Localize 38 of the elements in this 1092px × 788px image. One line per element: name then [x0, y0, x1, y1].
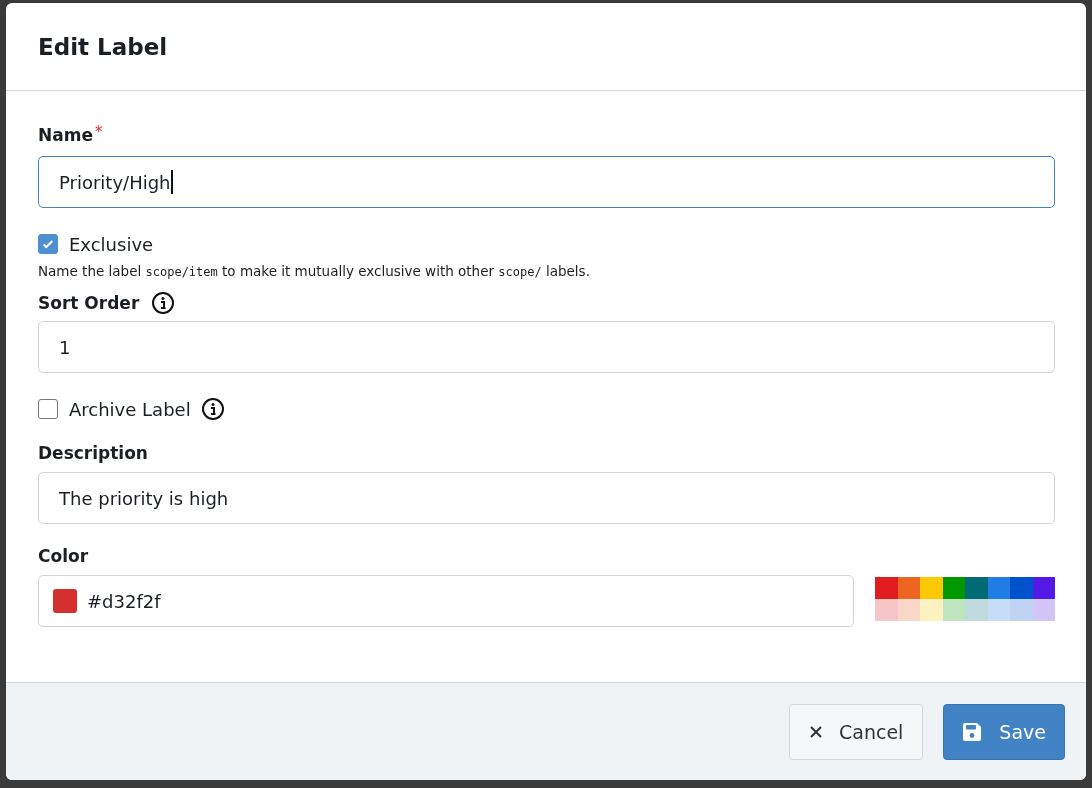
color-swatch[interactable]	[942, 599, 965, 621]
color-swatch[interactable]	[1032, 577, 1055, 599]
color-swatch[interactable]	[875, 599, 898, 621]
color-swatch[interactable]	[897, 599, 920, 621]
checkbox-label: Archive Label	[69, 398, 191, 420]
info-icon[interactable]	[151, 291, 176, 315]
dialog-title: Edit Label	[38, 33, 168, 60]
color-swatch[interactable]	[942, 577, 965, 599]
color-swatch[interactable]	[875, 577, 898, 599]
field-label: Color	[38, 546, 89, 566]
sort-order-field[interactable]: 1	[38, 321, 1055, 373]
checkbox[interactable]	[38, 399, 58, 419]
color-swatch	[53, 589, 77, 613]
description-field[interactable]: The priority is high	[38, 472, 1055, 524]
color-swatch[interactable]	[987, 599, 1010, 621]
color-swatch[interactable]	[1010, 599, 1033, 621]
color-swatch[interactable]	[965, 599, 988, 621]
close-icon	[809, 724, 823, 739]
field-label: Sort Order	[38, 293, 140, 313]
save-button[interactable]: Save	[943, 703, 1065, 760]
color-swatch[interactable]	[965, 577, 988, 599]
checkbox[interactable]	[38, 234, 58, 254]
color-swatch[interactable]	[920, 599, 943, 621]
color-swatch[interactable]	[897, 577, 920, 599]
color-swatch[interactable]	[920, 577, 943, 599]
checkbox-label: Exclusive	[69, 233, 154, 255]
help-text: Name the label scope/item to make it mutually exclusive with other scope/ labels.	[38, 263, 591, 279]
field-label: Description	[38, 443, 148, 463]
color-swatch[interactable]	[987, 577, 1010, 599]
color-swatch[interactable]	[1010, 577, 1033, 599]
name-field[interactable]: Priority/High	[38, 156, 1055, 208]
info-icon[interactable]	[200, 397, 225, 421]
color-swatch[interactable]	[1032, 599, 1055, 621]
checkmark-icon	[41, 237, 55, 251]
color-field[interactable]: #d32f2f	[38, 575, 854, 627]
required-mark: *	[94, 123, 103, 141]
field-label: Name	[38, 125, 93, 145]
cancel-button[interactable]: Cancel	[789, 703, 924, 760]
